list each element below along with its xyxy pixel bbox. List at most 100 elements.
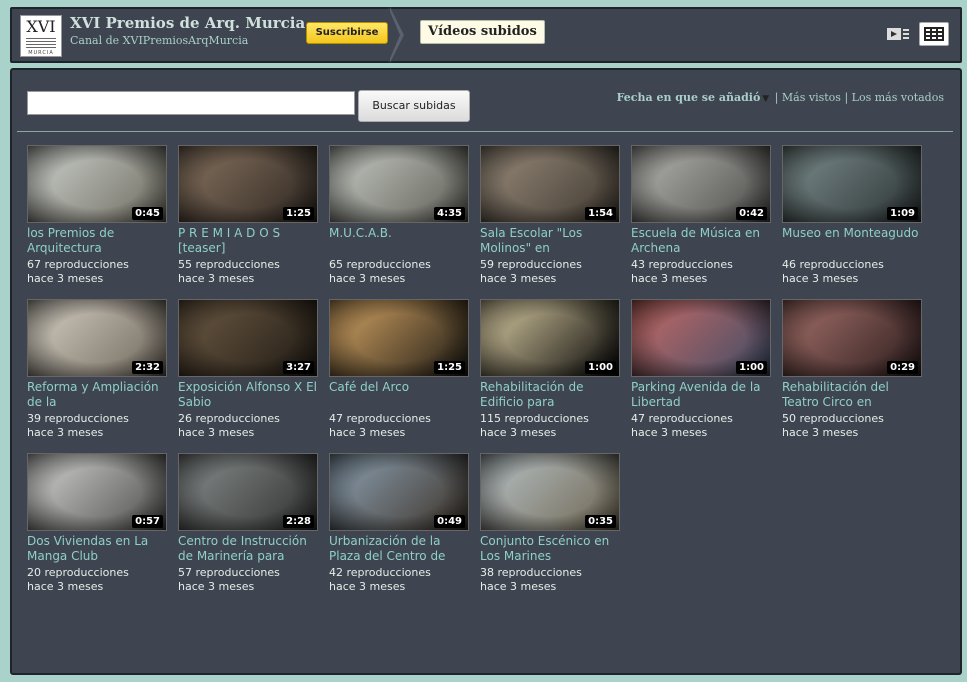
video-title[interactable]: Conjunto Escénico en Los Marines xyxy=(480,534,620,564)
video-thumbnail[interactable]: 0:35 xyxy=(480,453,620,531)
video-thumbnail[interactable]: 0:49 xyxy=(329,453,469,531)
video-title[interactable]: Rehabilitación del Teatro Circo en xyxy=(782,380,922,410)
video-title[interactable]: Parking Avenida de la Libertad xyxy=(631,380,771,410)
video-view-count: 42 reproducciones xyxy=(329,566,431,579)
video-upload-date: hace 3 meses xyxy=(329,272,406,285)
video-upload-date: hace 3 meses xyxy=(480,426,557,439)
video-title[interactable]: M.U.C.A.B. xyxy=(329,226,469,241)
sort-arrow-icon: ▼ xyxy=(762,94,770,104)
channel-header: XVI MURCIA XVI Premios de Arq. Murcia Ca… xyxy=(10,7,962,63)
video-duration: 0:45 xyxy=(132,207,163,220)
video-view-count: 26 reproducciones xyxy=(178,412,280,425)
video-card[interactable]: 1:25 Café del Arco 47 reproducciones hace 3… xyxy=(329,299,469,449)
video-duration: 1:09 xyxy=(887,207,918,220)
video-title[interactable]: los Premios de Arquitectura xyxy=(27,226,167,256)
sort-separator: | xyxy=(774,91,779,104)
video-upload-date: hace 3 meses xyxy=(178,426,255,439)
video-view-count: 115 reproducciones xyxy=(480,412,589,425)
subscribe-button[interactable]: Suscribirse xyxy=(306,22,388,44)
video-card[interactable]: 0:29 Rehabilitación del Teatro Circo en 50… xyxy=(782,299,922,449)
video-thumbnail[interactable]: 0:29 xyxy=(782,299,922,377)
video-thumbnail[interactable]: 0:42 xyxy=(631,145,771,223)
video-view-count: 20 reproducciones xyxy=(27,566,129,579)
video-title[interactable]: Dos Viviendas en La Manga Club xyxy=(27,534,167,564)
channel-logo[interactable]: XVI MURCIA xyxy=(20,15,62,57)
sort-top-rated[interactable]: Los más votados xyxy=(852,91,944,104)
video-thumbnail[interactable]: 2:32 xyxy=(27,299,167,377)
video-card[interactable]: 0:45 los Premios de Arquitectura 67 reprod… xyxy=(27,145,167,295)
video-duration: 0:35 xyxy=(585,515,616,528)
grid-icon xyxy=(924,27,944,41)
video-title[interactable]: Rehabilitación de Edificio para xyxy=(480,380,620,410)
video-thumbnail[interactable]: 4:35 xyxy=(329,145,469,223)
video-title[interactable]: Escuela de Música en Archena xyxy=(631,226,771,256)
video-duration: 2:28 xyxy=(283,515,314,528)
video-view-count: 47 reproducciones xyxy=(329,412,431,425)
video-title[interactable]: Urbanización de la Plaza del Centro de xyxy=(329,534,469,564)
video-upload-date: hace 3 meses xyxy=(329,580,406,593)
video-thumbnail[interactable]: 1:00 xyxy=(480,299,620,377)
video-view-count: 67 reproducciones xyxy=(27,258,129,271)
video-thumbnail[interactable]: 0:45 xyxy=(27,145,167,223)
video-card[interactable]: 2:28 Centro de Instrucción de Marinería p… xyxy=(178,453,318,603)
video-title[interactable]: Café del Arco xyxy=(329,380,469,395)
video-title[interactable]: Sala Escolar "Los Molinos" en xyxy=(480,226,620,256)
video-card[interactable]: 1:54 Sala Escolar "Los Molinos" en 59 repr… xyxy=(480,145,620,295)
video-upload-date: hace 3 meses xyxy=(480,272,557,285)
video-view-count: 47 reproducciones xyxy=(631,412,733,425)
tab-uploaded-videos[interactable]: Vídeos subidos xyxy=(420,20,545,44)
video-thumbnail[interactable]: 0:57 xyxy=(27,453,167,531)
video-upload-date: hace 3 meses xyxy=(782,272,859,285)
video-card[interactable]: 4:35 M.U.C.A.B. 65 reproducciones hace 3 me… xyxy=(329,145,469,295)
search-input[interactable] xyxy=(27,91,355,115)
channel-title[interactable]: XVI Premios de Arq. Murcia xyxy=(70,14,305,32)
grid-view-icon[interactable] xyxy=(919,22,949,46)
video-card[interactable]: 0:57 Dos Viviendas en La Manga Club 20 rep… xyxy=(27,453,167,603)
video-upload-date: hace 3 meses xyxy=(178,580,255,593)
video-view-count: 50 reproducciones xyxy=(782,412,884,425)
video-card[interactable]: 0:49 Urbanización de la Plaza del Centro … xyxy=(329,453,469,603)
video-upload-date: hace 3 meses xyxy=(178,272,255,285)
video-title[interactable]: Reforma y Ampliación de la xyxy=(27,380,167,410)
video-thumbnail[interactable]: 3:27 xyxy=(178,299,318,377)
channel-subtitle[interactable]: Canal de XVIPremiosArqMurcia xyxy=(70,34,248,47)
video-upload-date: hace 3 meses xyxy=(782,426,859,439)
video-thumbnail[interactable]: 2:28 xyxy=(178,453,318,531)
sort-bar: Fecha en que se añadió ▼ | Más vistos | L… xyxy=(617,91,944,104)
sort-most-viewed[interactable]: Más vistos xyxy=(782,91,841,104)
video-duration: 4:35 xyxy=(434,207,465,220)
video-card[interactable]: 2:32 Reforma y Ampliación de la 39 reprodu… xyxy=(27,299,167,449)
video-duration: 1:25 xyxy=(434,361,465,374)
video-card[interactable]: 0:35 Conjunto Escénico en Los Marines 38 r… xyxy=(480,453,620,603)
video-thumbnail[interactable]: 1:25 xyxy=(178,145,318,223)
video-card[interactable]: 1:00 Parking Avenida de la Libertad 47 rep… xyxy=(631,299,771,449)
video-view-count: 43 reproducciones xyxy=(631,258,733,271)
video-title[interactable]: Centro de Instrucción de Marinería para xyxy=(178,534,318,564)
video-thumbnail[interactable]: 1:09 xyxy=(782,145,922,223)
video-card[interactable]: 1:25 P R E M I A D O S [teaser] 55 reprodu… xyxy=(178,145,318,295)
video-view-count: 55 reproducciones xyxy=(178,258,280,271)
video-duration: 0:49 xyxy=(434,515,465,528)
logo-text: XVI xyxy=(26,17,56,36)
video-duration: 1:54 xyxy=(585,207,616,220)
video-title[interactable]: P R E M I A D O S [teaser] xyxy=(178,226,318,256)
video-view-count: 59 reproducciones xyxy=(480,258,582,271)
sort-by-date[interactable]: Fecha en que se añadió xyxy=(617,91,761,104)
video-upload-date: hace 3 meses xyxy=(329,426,406,439)
search-uploads-button[interactable]: Buscar subidas xyxy=(358,90,470,122)
video-title[interactable]: Museo en Monteagudo xyxy=(782,226,922,241)
video-thumbnail[interactable]: 1:25 xyxy=(329,299,469,377)
video-view-count: 39 reproducciones xyxy=(27,412,129,425)
video-thumbnail[interactable]: 1:54 xyxy=(480,145,620,223)
video-title[interactable]: Exposición Alfonso X El Sabio xyxy=(178,380,318,410)
video-duration: 0:29 xyxy=(887,361,918,374)
video-card[interactable]: 1:00 Rehabilitación de Edificio para 115 r… xyxy=(480,299,620,449)
video-card[interactable]: 1:09 Museo en Monteagudo 46 reproducciones… xyxy=(782,145,922,295)
video-card[interactable]: 3:27 Exposición Alfonso X El Sabio 26 repr… xyxy=(178,299,318,449)
divider xyxy=(17,131,953,132)
video-thumbnail[interactable]: 1:00 xyxy=(631,299,771,377)
play-list-icon[interactable] xyxy=(887,27,909,41)
video-duration: 1:00 xyxy=(736,361,767,374)
video-view-count: 38 reproducciones xyxy=(480,566,582,579)
video-card[interactable]: 0:42 Escuela de Música en Archena 43 repro… xyxy=(631,145,771,295)
